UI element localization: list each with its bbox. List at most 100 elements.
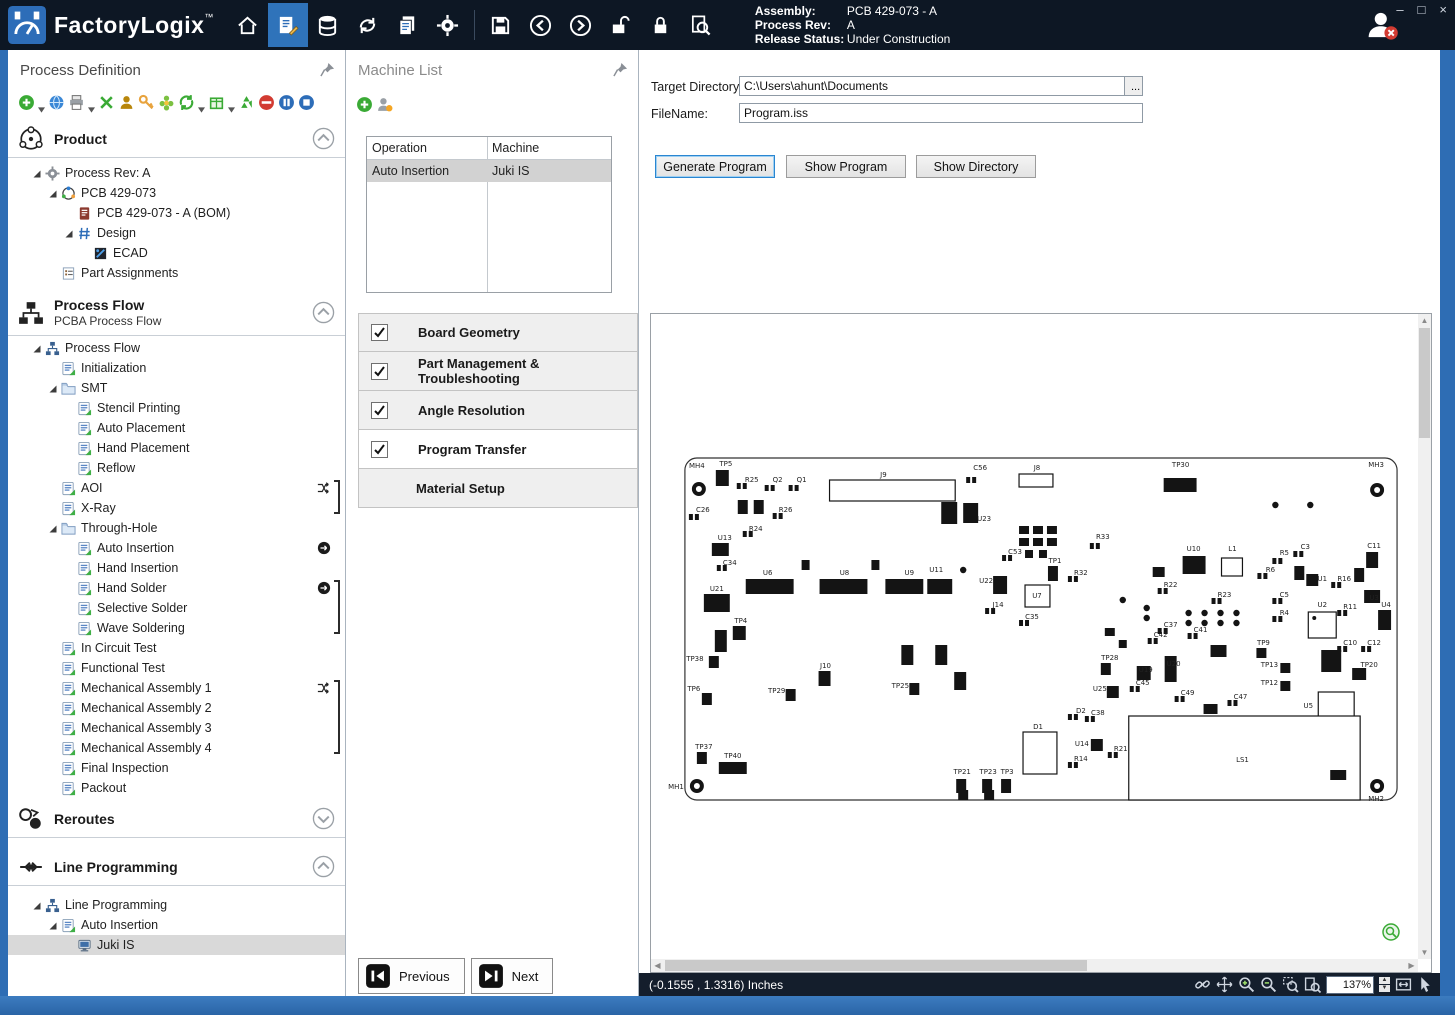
lock-icon[interactable] [641, 3, 681, 47]
line-programming-section-header[interactable]: Line Programming [8, 848, 345, 886]
show-program-button[interactable]: Show Program [786, 155, 906, 178]
globe-icon[interactable] [48, 94, 65, 111]
tree-item-functional-test[interactable]: Functional Test [8, 658, 345, 678]
block-icon[interactable] [258, 94, 275, 111]
collapse-up-icon[interactable] [312, 855, 335, 878]
zoom-spinner[interactable]: ▲ ▼ [1379, 977, 1390, 992]
maximize-button[interactable]: □ [1418, 2, 1426, 17]
dropdown-caret-icon[interactable] [38, 100, 45, 113]
browse-button[interactable]: ... [1124, 76, 1143, 96]
vertical-scroll-thumb[interactable] [1419, 328, 1430, 438]
add-icon[interactable] [18, 94, 35, 111]
checkbox[interactable] [371, 440, 388, 458]
next-button[interactable]: Next [470, 958, 554, 994]
materials-icon[interactable] [308, 3, 348, 47]
expand-arrow-icon[interactable] [48, 188, 59, 199]
tree-item-mechanical-assembly-3[interactable]: Mechanical Assembly 3 [8, 718, 345, 738]
step-program-transfer[interactable]: Program Transfer [358, 430, 638, 469]
tree-item-process-rev-a[interactable]: Process Rev: A [8, 163, 345, 183]
collapse-up-icon[interactable] [312, 127, 335, 150]
home-icon[interactable] [228, 3, 268, 47]
tree-item-process-flow[interactable]: Process Flow [8, 338, 345, 358]
tree-item-pcb-429-073[interactable]: PCB 429-073 [8, 183, 345, 203]
package-icon[interactable] [208, 94, 225, 111]
tree-item-mechanical-assembly-2[interactable]: Mechanical Assembly 2 [8, 698, 345, 718]
zoom-out-icon[interactable] [1260, 976, 1277, 993]
pin-icon[interactable] [320, 62, 335, 77]
tree-item-reflow[interactable]: Reflow [8, 458, 345, 478]
save-icon[interactable] [481, 3, 521, 47]
tree-item-wave-soldering[interactable]: Wave Soldering [8, 618, 345, 638]
user2-icon[interactable] [118, 94, 135, 111]
tree-item-auto-insertion[interactable]: Auto Insertion [8, 915, 345, 935]
collapse-up-icon[interactable] [312, 301, 335, 324]
transfers-icon[interactable] [348, 3, 388, 47]
dropdown-caret-icon[interactable] [198, 100, 205, 113]
dropdown-caret-icon[interactable] [88, 100, 95, 113]
dropdown-caret-icon[interactable] [228, 100, 235, 113]
tree-item-auto-insertion[interactable]: Auto Insertion [8, 538, 345, 558]
zoom-window-icon[interactable] [1282, 976, 1299, 993]
recycle-icon[interactable] [238, 94, 255, 111]
tree-item-mechanical-assembly-1[interactable]: Mechanical Assembly 1 [8, 678, 345, 698]
collapse-down-icon[interactable] [312, 807, 335, 830]
process-definition-icon[interactable] [267, 3, 308, 47]
pause-icon[interactable] [278, 94, 295, 111]
fit-width-icon[interactable] [1395, 976, 1412, 993]
reroutes-section-header[interactable]: Reroutes [8, 800, 345, 838]
pin-icon[interactable] [613, 62, 628, 77]
zoom-in-icon[interactable] [1238, 976, 1255, 993]
pointer-icon[interactable] [1417, 976, 1434, 993]
scroll-left-icon[interactable]: ◀ [651, 959, 664, 972]
tree-item-initialization[interactable]: Initialization [8, 358, 345, 378]
user-star-icon[interactable] [376, 96, 393, 113]
tree-item-smt[interactable]: SMT [8, 378, 345, 398]
key-icon[interactable] [138, 94, 155, 111]
tree-item-packout[interactable]: Packout [8, 778, 345, 798]
horizontal-scrollbar[interactable]: ◀ ▶ [651, 959, 1418, 972]
zoom-reset-icon[interactable] [1382, 923, 1400, 941]
filename-input[interactable] [739, 103, 1143, 123]
tree-item-hand-placement[interactable]: Hand Placement [8, 438, 345, 458]
user-account-icon[interactable] [1365, 8, 1399, 42]
tree-item-part-assignments[interactable]: Part Assignments [8, 263, 345, 283]
column-header-operation[interactable]: Operation [367, 137, 487, 159]
print-icon[interactable] [68, 94, 85, 111]
step-angle-resolution[interactable]: Angle Resolution [358, 391, 638, 430]
zoom-level-input[interactable] [1326, 975, 1374, 994]
reports-icon[interactable] [388, 3, 428, 47]
zoom-fit-icon[interactable] [1304, 976, 1322, 994]
tree-item-line-programming[interactable]: Line Programming [8, 895, 345, 915]
stop-icon[interactable] [298, 94, 315, 111]
process-flow-section-header[interactable]: Process Flow PCBA Process Flow [8, 290, 345, 336]
vertical-scrollbar[interactable]: ▲ ▼ [1418, 314, 1431, 959]
expand-arrow-icon[interactable] [32, 900, 43, 911]
tree-item-auto-placement[interactable]: Auto Placement [8, 418, 345, 438]
tree-item-through-hole[interactable]: Through-Hole [8, 518, 345, 538]
link-icon[interactable] [1194, 976, 1211, 993]
target-directory-input[interactable] [739, 76, 1143, 96]
show-directory-button[interactable]: Show Directory [916, 155, 1036, 178]
scroll-up-icon[interactable]: ▲ [1418, 314, 1431, 327]
scroll-down-icon[interactable]: ▼ [1418, 946, 1431, 959]
tree-item-design[interactable]: Design [8, 223, 345, 243]
tree-item-mechanical-assembly-4[interactable]: Mechanical Assembly 4 [8, 738, 345, 758]
cut-icon[interactable] [98, 94, 115, 111]
tree-item-hand-solder[interactable]: Hand Solder [8, 578, 345, 598]
sync-icon[interactable] [178, 94, 195, 111]
step-material-setup[interactable]: Material Setup [358, 469, 638, 508]
tree-item-juki-is[interactable]: Juki IS [8, 935, 345, 955]
tree-item-aoi[interactable]: AOI [8, 478, 345, 498]
close-button[interactable]: × [1439, 2, 1447, 17]
step-board-geometry[interactable]: Board Geometry [358, 313, 638, 352]
scroll-right-icon[interactable]: ▶ [1405, 959, 1418, 972]
horizontal-scroll-thumb[interactable] [665, 960, 1087, 971]
back-icon[interactable] [521, 3, 561, 47]
pcb-board-canvas[interactable]: MH4 TP5 R25 Q2 Q1 J9 C56 J8 TP30 MH3 C26 U23 R26 R24 U… [651, 314, 1418, 959]
tree-item-stencil-printing[interactable]: Stencil Printing [8, 398, 345, 418]
tree-item-hand-insertion[interactable]: Hand Insertion [8, 558, 345, 578]
settings-icon[interactable] [428, 3, 468, 47]
checkbox[interactable] [371, 401, 388, 419]
tree-item-in-circuit-test[interactable]: In Circuit Test [8, 638, 345, 658]
checkbox[interactable] [371, 324, 388, 341]
